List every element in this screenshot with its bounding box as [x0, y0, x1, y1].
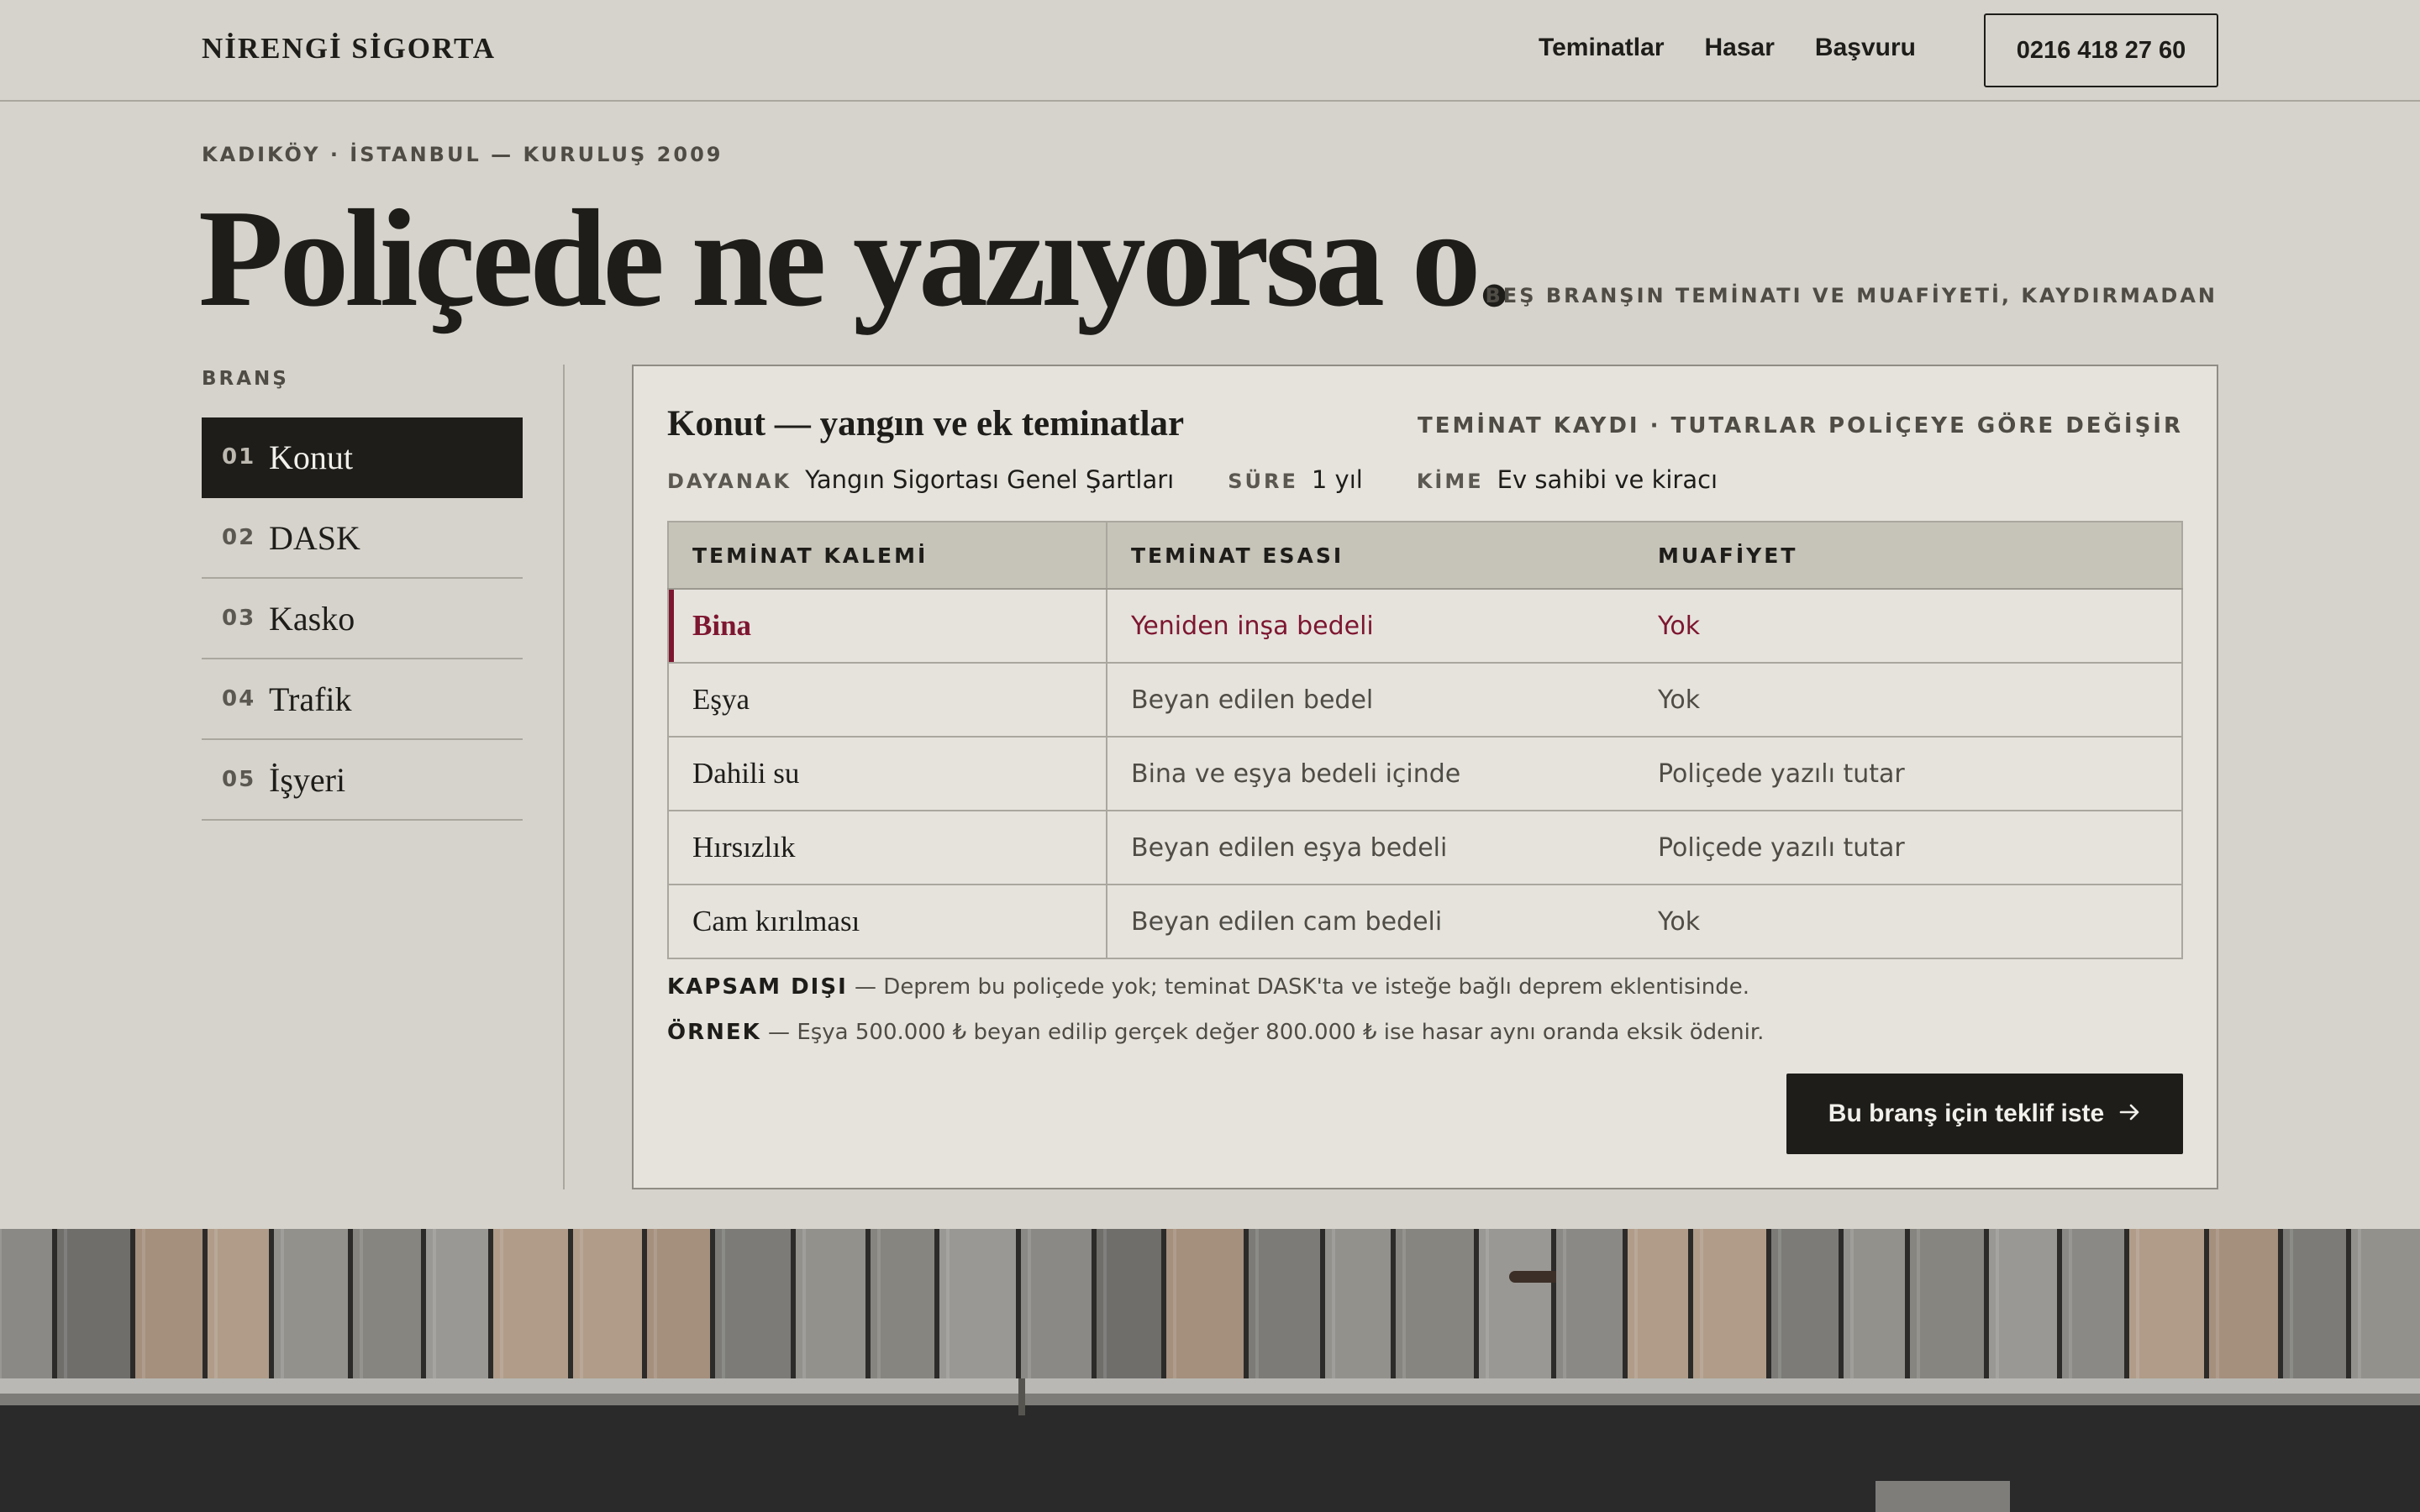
- branch-name: DASK: [269, 518, 360, 557]
- cell-basis: Beyan edilen eşya bedeli: [1107, 811, 1634, 885]
- table-row: Eşya Beyan edilen bedel Yok: [668, 663, 2182, 738]
- exclusion-note: KAPSAM DIŞI — Deprem bu poliçede yok; te…: [667, 974, 1749, 1000]
- table-row: Hırsızlık Beyan edilen eşya bedeli Poliç…: [668, 811, 2182, 885]
- table-header-row: TEMİNAT KALEMİ TEMİNAT ESASI MUAFİYET: [668, 522, 2182, 590]
- request-quote-label: Bu branş için teklif iste: [1828, 1100, 2105, 1127]
- term-key: SÜRE: [1228, 470, 1298, 493]
- branch-name: Trafik: [269, 680, 352, 718]
- page-title: Poliçede ne yazıyorsa o.: [198, 181, 1512, 335]
- column-header-basis: TEMİNAT ESASI: [1107, 522, 1634, 590]
- column-header-deductible: MUAFİYET: [1634, 522, 2182, 590]
- cell-basis: Bina ve eşya bedeli içinde: [1107, 737, 1634, 811]
- nav-link-basvuru[interactable]: Başvuru: [1815, 34, 1916, 62]
- cell-basis: Beyan edilen bedel: [1107, 663, 1634, 738]
- branch-number: 01: [222, 444, 256, 470]
- column-header-item: TEMİNAT KALEMİ: [668, 522, 1107, 590]
- branch-name: Kasko: [269, 599, 355, 638]
- cell-item: Hırsızlık: [668, 811, 1107, 885]
- nav-link-hasar[interactable]: Hasar: [1705, 34, 1775, 62]
- who-value: Ev sahibi ve kiracı: [1497, 465, 1718, 494]
- phone-button[interactable]: 0216 418 27 60: [1984, 13, 2218, 87]
- branch-item-isyeri[interactable]: 05 İşyeri: [202, 740, 523, 821]
- branch-name: İşyeri: [269, 760, 346, 799]
- panel-title: Konut — yangın ve ek teminatlar: [667, 404, 1185, 444]
- branch-name: Konut: [269, 438, 353, 476]
- cell-deductible: Yok: [1634, 663, 2182, 738]
- cell-deductible: Yok: [1658, 906, 1701, 937]
- cell-basis: Yeniden inşa bedeli: [1107, 589, 1634, 664]
- cell-deductible: Poliçede yazılı tutar: [1634, 737, 2182, 811]
- cell-item: Cam kırılması: [668, 885, 1107, 958]
- policy-meta: DAYANAK Yangın Sigortası Genel Şartları …: [667, 465, 1771, 494]
- exclusion-text: — Deprem bu poliçede yok; teminat DASK't…: [847, 974, 1750, 1000]
- branch-label: BRANŞ: [202, 368, 289, 390]
- example-text: — Eşya 500.000 ₺ beyan edilip gerçek değ…: [760, 1020, 1765, 1045]
- arrow-right-icon: [2119, 1100, 2141, 1128]
- branch-list: 01 Konut 02 DASK 03 Kasko 04 Trafik 05 İ…: [202, 417, 523, 821]
- branch-item-konut[interactable]: 01 Konut: [202, 417, 523, 498]
- exclusion-key: KAPSAM DIŞI: [667, 974, 848, 1000]
- archive-shelf-photo: [0, 1229, 2420, 1512]
- cell-item: Dahili su: [668, 737, 1107, 811]
- who-key: KİME: [1416, 470, 1484, 493]
- cell-deductible: Poliçede yazılı tutar: [1634, 811, 2182, 885]
- hero-eyebrow: KADIKÖY · İSTANBUL — KURULUŞ 2009: [202, 143, 723, 166]
- example-note: ÖRNEK — Eşya 500.000 ₺ beyan edilip gerç…: [667, 1020, 1764, 1045]
- cell-item: Bina: [668, 589, 1107, 664]
- table-row: Cam kırılması Beyan edilen cam bedeli Yo…: [668, 885, 2182, 958]
- branch-number: 03: [222, 606, 256, 631]
- cell-basis: Beyan edilen cam bedeli: [1131, 906, 1443, 937]
- basis-key: DAYANAK: [667, 470, 792, 493]
- hero-subtitle: BEŞ BRANŞIN TEMİNATI VE MUAFİYETİ, KAYDI…: [1485, 284, 2217, 307]
- table-row: Dahili su Bina ve eşya bedeli içinde Pol…: [668, 737, 2182, 811]
- branch-item-kasko[interactable]: 03 Kasko: [202, 579, 523, 659]
- branch-number: 02: [222, 525, 256, 550]
- term-value: 1 yıl: [1311, 465, 1363, 494]
- coverage-panel: Konut — yangın ve ek teminatlar TEMİNAT …: [632, 365, 2218, 1189]
- example-key: ÖRNEK: [667, 1020, 761, 1045]
- cell-item: Eşya: [668, 663, 1107, 738]
- branch-item-dask[interactable]: 02 DASK: [202, 498, 523, 579]
- panel-note: TEMİNAT KAYDI · TUTARLAR POLİÇEYE GÖRE D…: [1418, 413, 2183, 438]
- branch-item-trafik[interactable]: 04 Trafik: [202, 659, 523, 740]
- sidebar-divider: [563, 365, 565, 1189]
- main-nav: Teminatlar Hasar Başvuru: [1539, 34, 1916, 62]
- brand-logo[interactable]: NİRENGİ SİGORTA: [202, 32, 496, 66]
- top-bar: NİRENGİ SİGORTA Teminatlar Hasar Başvuru…: [0, 0, 2420, 102]
- table-row: Bina Yeniden inşa bedeli Yok: [668, 589, 2182, 664]
- branch-number: 04: [222, 686, 256, 711]
- cell-deductible: Yok: [1634, 589, 2182, 664]
- coverage-table: TEMİNAT KALEMİ TEMİNAT ESASI MUAFİYET Bi…: [667, 521, 2183, 959]
- branch-number: 05: [222, 767, 256, 792]
- request-quote-button[interactable]: Bu branş için teklif iste: [1786, 1074, 2183, 1154]
- basis-value: Yangın Sigortası Genel Şartları: [805, 465, 1175, 494]
- nav-link-teminatlar[interactable]: Teminatlar: [1539, 34, 1665, 62]
